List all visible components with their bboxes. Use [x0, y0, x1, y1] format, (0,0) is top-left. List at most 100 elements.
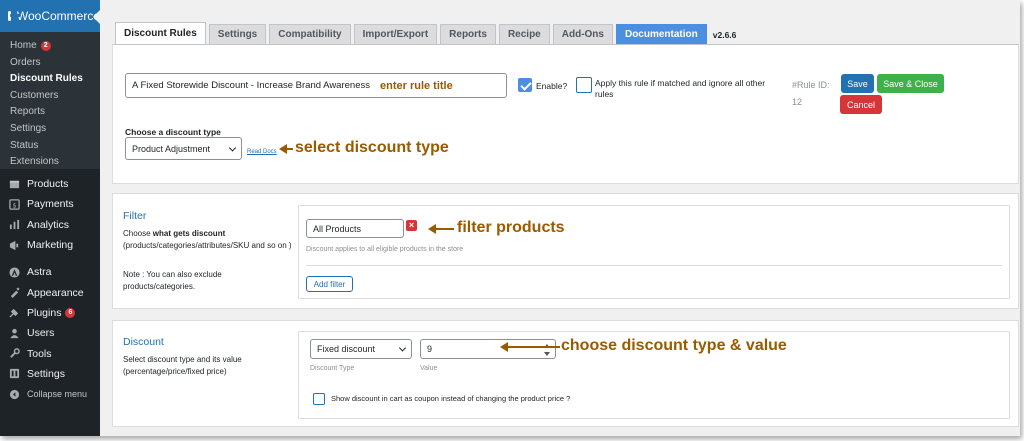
svg-text:$: $	[12, 201, 16, 209]
filter-title: Filter	[123, 210, 147, 222]
filter-hint: Discount applies to all eligible product…	[306, 246, 464, 253]
collapse-menu-button[interactable]: Collapse menu	[0, 384, 100, 404]
submenu-item-customers[interactable]: Customers	[0, 88, 100, 105]
users-icon	[8, 327, 20, 339]
filter-annotation: filter products	[457, 219, 565, 236]
discount-box: Fixed discount Discount Type 9 Value cho…	[298, 331, 1010, 419]
arrow-left-icon	[428, 223, 454, 235]
submenu-item-status[interactable]: Status	[0, 138, 100, 155]
sidebar-item-woocommerce[interactable]: WooCommerce	[0, 0, 100, 32]
filter-note: Note : You can also exclude products/cat…	[123, 270, 222, 291]
tab-discount-rules[interactable]: Discount Rules	[115, 22, 206, 44]
submenu-label: Discount Rules	[10, 73, 83, 85]
enable-checkbox[interactable]	[518, 78, 532, 92]
products-icon	[8, 178, 20, 190]
tab-reports[interactable]: Reports	[440, 24, 496, 44]
sidebar-item-marketing[interactable]: Marketing	[0, 235, 100, 255]
menu-label: Appearance	[27, 286, 84, 299]
tab-import-export[interactable]: Import/Export	[353, 24, 438, 44]
rule-title-input[interactable]: A Fixed Storewide Discount - Increase Br…	[125, 73, 507, 98]
filter-desc-prefix: Choose	[123, 229, 153, 238]
apply-exclusive-label: Apply this rule if matched and ignore al…	[595, 78, 766, 99]
discount-title: Discount	[123, 336, 164, 348]
sidebar-item-astra[interactable]: Astra	[0, 262, 100, 282]
enable-label: Enable?	[536, 81, 568, 91]
tab-recipe[interactable]: Recipe	[498, 24, 550, 44]
discount-method-select[interactable]: Fixed discount	[310, 339, 412, 359]
read-docs-link[interactable]: Read Docs	[247, 149, 277, 155]
rule-title-annotation: enter rule title	[379, 79, 453, 92]
discount-amount-value: 9	[427, 344, 433, 354]
sidebar-item-plugins[interactable]: Plugins 6	[0, 303, 100, 323]
discount-type-annotation: select discount type	[295, 139, 449, 156]
submenu-label: Extensions	[10, 156, 59, 168]
sidebar-item-settings[interactable]: Settings	[0, 364, 100, 384]
filter-description: Choose what gets discount (products/cate…	[123, 228, 293, 251]
sidebar-item-analytics[interactable]: Analytics	[0, 215, 100, 235]
appearance-icon	[8, 287, 20, 299]
submenu-label: Settings	[10, 122, 47, 134]
submenu-label: Customers	[10, 89, 59, 101]
cancel-button[interactable]: Cancel	[840, 95, 882, 114]
tab-compatibility[interactable]: Compatibility	[269, 24, 351, 44]
woocommerce-submenu: Home 2 Orders Discount Rules Customers Re…	[0, 32, 100, 169]
apply-exclusive-checkbox[interactable]	[576, 77, 592, 93]
submenu-item-settings[interactable]: Settings	[0, 121, 100, 138]
menu-label: Settings	[27, 367, 65, 380]
menu-label: Tools	[27, 347, 52, 360]
marketing-icon	[8, 239, 20, 251]
sidebar-item-payments[interactable]: $ Payments	[0, 194, 100, 214]
submenu-label: Status	[10, 139, 39, 151]
arrow-left-icon	[500, 341, 560, 353]
collapse-icon	[8, 388, 20, 400]
sidebar-header-label: WooCommerce	[16, 9, 100, 23]
menu-label: Payments	[27, 198, 74, 211]
rule-id-label: #Rule ID:	[792, 80, 830, 90]
admin-menu: Products $ Payments Analytics Marketing …	[0, 174, 100, 404]
submenu-item-extensions[interactable]: Extensions	[0, 154, 100, 171]
discount-description: Select discount type and its value (perc…	[123, 355, 242, 376]
submenu-item-orders[interactable]: Orders	[0, 55, 100, 72]
filter-select[interactable]: All Products	[306, 219, 404, 238]
screenshot-frame: WooCommerce Home 2 Orders Discount Rules …	[0, 0, 1020, 436]
tab-settings[interactable]: Settings	[208, 24, 267, 44]
sidebar-item-products[interactable]: Products	[0, 174, 100, 194]
tab-add-ons[interactable]: Add-Ons	[552, 24, 613, 44]
payments-icon: $	[8, 198, 20, 210]
submenu-item-home[interactable]: Home 2	[0, 38, 100, 55]
discount-annotation: choose discount type & value	[561, 337, 787, 354]
home-count-badge: 2	[40, 41, 51, 52]
submenu-item-reports[interactable]: Reports	[0, 104, 100, 121]
tab-documentation[interactable]: Documentation	[615, 24, 707, 44]
discount-type-label: Choose a discount type	[125, 127, 221, 137]
submenu-label: Reports	[10, 106, 46, 118]
filter-desc-rest: (products/categories/attributes/SKU and …	[123, 240, 292, 250]
filter-box: All Products × filter products Discount …	[298, 205, 1010, 299]
discount-type-select[interactable]: Product Adjustment	[125, 137, 242, 160]
menu-label: Analytics	[27, 218, 70, 231]
filter-divider	[306, 265, 1002, 266]
save-button[interactable]: Save	[841, 74, 874, 93]
tools-icon	[8, 348, 20, 360]
discount-panel: Discount Select discount type and its va…	[112, 320, 1019, 427]
submenu-label: Home	[10, 40, 37, 51]
submenu-item-discount-rules[interactable]: Discount Rules	[0, 71, 100, 88]
menu-label: Plugins	[27, 306, 62, 319]
plugin-version: v2.6.6	[712, 30, 737, 40]
submenu-label: Orders	[10, 56, 41, 68]
sidebar-item-tools[interactable]: Tools	[0, 343, 100, 363]
discount-value-caption: Value	[420, 365, 438, 372]
plugins-count-badge: 6	[65, 307, 76, 318]
add-filter-button[interactable]: Add filter	[306, 276, 353, 292]
sidebar-item-users[interactable]: Users	[0, 323, 100, 343]
remove-filter-icon[interactable]: ×	[406, 220, 417, 231]
coupon-checkbox[interactable]	[313, 393, 325, 405]
rule-title-value: A Fixed Storewide Discount - Increase Br…	[132, 80, 370, 91]
discount-method-value: Fixed discount	[317, 344, 376, 354]
plugins-icon	[8, 307, 20, 319]
sidebar-item-appearance[interactable]: Appearance	[0, 282, 100, 302]
save-close-button[interactable]: Save & Close	[877, 74, 944, 93]
woocommerce-icon	[8, 11, 20, 21]
discount-type-value: Product Adjustment	[132, 143, 211, 154]
chevron-down-icon	[228, 143, 237, 152]
